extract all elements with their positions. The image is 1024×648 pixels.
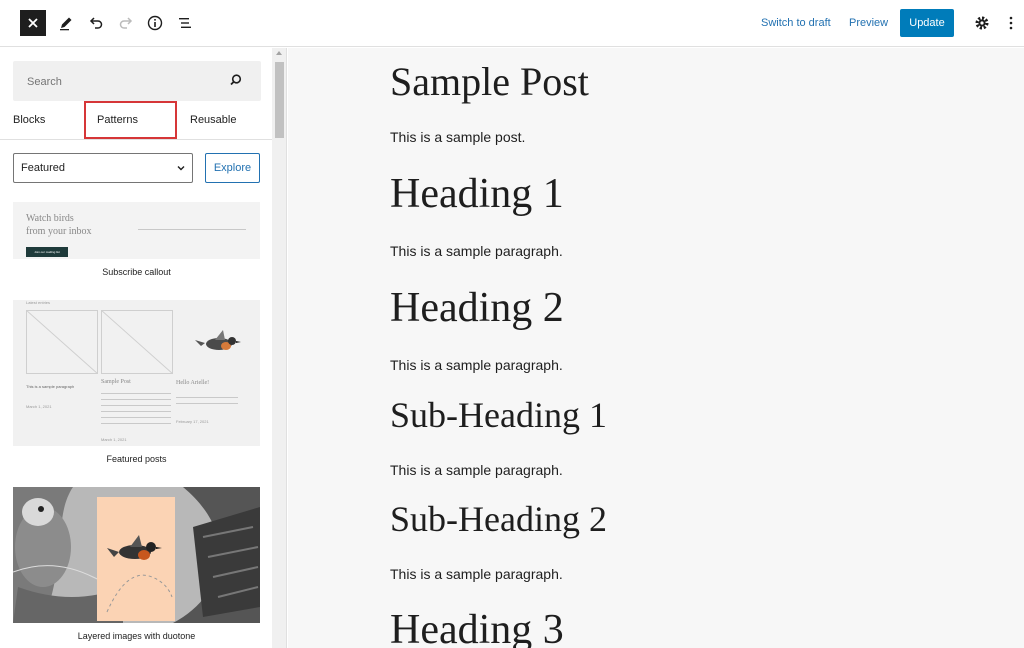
scrollbar-thumb[interactable] [275, 62, 284, 138]
bird-image [106, 535, 173, 613]
block-inserter-panel: Search Blocks Patterns Reusable Featured… [0, 48, 272, 648]
chevron-down-icon [177, 166, 185, 171]
tab-blocks[interactable]: Blocks [13, 100, 45, 140]
paragraph-block[interactable]: This is a sample paragraph. [390, 566, 563, 582]
pattern-label: Featured posts [106, 454, 167, 464]
close-button[interactable] [20, 10, 46, 36]
paragraph-block[interactable]: This is a sample paragraph. [390, 357, 563, 373]
pattern-label: Layered images with duotone [77, 631, 196, 641]
pattern-preview: Latest entries This is a sample paragrap… [13, 300, 260, 446]
preview-post-title: Sample Post [101, 379, 131, 385]
preview-post-text [176, 394, 238, 406]
pattern-item[interactable]: Latest entries This is a sample paragrap… [13, 300, 260, 464]
pattern-preview [13, 487, 260, 623]
duotone-card [97, 497, 175, 621]
preview-link[interactable]: Preview [849, 17, 888, 29]
search-placeholder: Search [27, 76, 62, 88]
preview-post-date: March 1, 2021 [101, 437, 127, 442]
list-view-icon [179, 18, 191, 28]
options-button[interactable] [999, 11, 1023, 35]
list-view-button[interactable] [173, 11, 197, 35]
sidebar-scrollbar[interactable] [272, 48, 287, 648]
preview-heading-line: from your inbox [26, 226, 92, 237]
heading-block[interactable]: Heading 1 [390, 170, 564, 218]
preview-post-date: February 17, 2021 [176, 419, 209, 424]
heading-block[interactable]: Heading 3 [390, 606, 564, 648]
pencil-icon [60, 17, 72, 31]
editor-toolbar: Switch to draft Preview Update [0, 0, 1024, 47]
paragraph-block[interactable]: This is a sample paragraph. [390, 462, 563, 478]
bird-image [195, 330, 241, 350]
search-input[interactable]: Search [13, 61, 261, 101]
search-icon [230, 74, 242, 86]
switch-to-draft-link[interactable]: Switch to draft [761, 17, 831, 29]
pattern-item[interactable]: Watch birds from your inbox Join our mai… [13, 202, 260, 277]
more-vertical-icon [1009, 16, 1013, 30]
preview-post-title: Hello Arielle! [176, 380, 210, 386]
redo-icon [119, 17, 133, 29]
redo-button[interactable] [114, 11, 138, 35]
preview-post-date: March 1, 2021 [26, 404, 52, 409]
undo-icon [89, 17, 103, 29]
tools-button[interactable] [54, 11, 78, 35]
heading-block[interactable]: Sub-Heading 2 [390, 498, 607, 540]
undo-button[interactable] [84, 11, 108, 35]
category-value: Featured [21, 162, 66, 174]
gear-icon [975, 16, 989, 30]
details-button[interactable] [143, 11, 167, 35]
heading-block[interactable]: Heading 2 [390, 284, 564, 332]
settings-button[interactable] [970, 11, 994, 35]
pattern-label: Subscribe callout [102, 267, 171, 277]
paragraph-block[interactable]: This is a sample paragraph. [390, 243, 563, 259]
info-icon [147, 15, 163, 31]
explore-button[interactable]: Explore [205, 153, 260, 183]
patterns-tab-highlight [84, 101, 177, 139]
paragraph-block[interactable]: This is a sample post. [390, 129, 525, 145]
category-select[interactable]: Featured [13, 153, 193, 183]
tab-reusable[interactable]: Reusable [190, 100, 236, 140]
preview-post-text [101, 390, 171, 424]
update-button[interactable]: Update [900, 9, 954, 37]
heading-block[interactable]: Sub-Heading 1 [390, 394, 607, 436]
close-icon [28, 18, 38, 28]
editor-canvas[interactable]: Sample Post This is a sample post. Headi… [288, 48, 1024, 648]
pattern-preview: Watch birds from your inbox Join our mai… [13, 202, 260, 259]
pattern-item[interactable]: Layered images with duotone [13, 487, 260, 641]
preview-latest-label: Latest entries [26, 300, 51, 305]
preview-post-title: This is a sample paragraph [26, 384, 75, 389]
post-title[interactable]: Sample Post [390, 58, 589, 105]
placeholder-image [101, 310, 173, 374]
inserter-tabs: Blocks Patterns Reusable [0, 100, 272, 140]
placeholder-image [26, 310, 98, 374]
scroll-up-arrow-icon[interactable] [276, 51, 282, 55]
preview-button: Join our mailing list [26, 247, 68, 257]
preview-heading-line: Watch birds [26, 213, 74, 224]
